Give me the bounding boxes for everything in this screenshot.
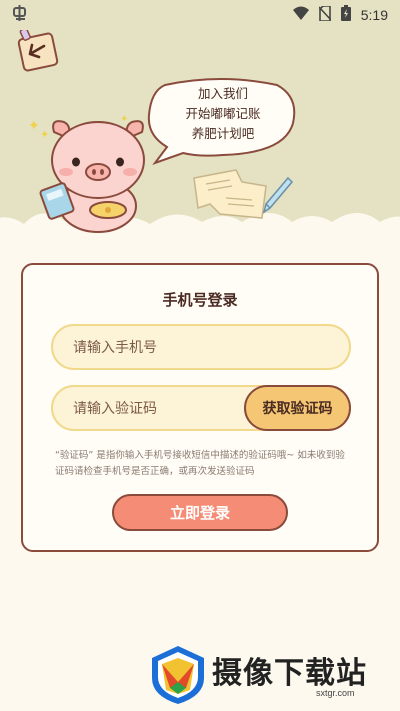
battery-icon bbox=[340, 5, 351, 25]
back-arrow-icon[interactable] bbox=[16, 30, 60, 72]
watermark-url: sxtgr.com bbox=[316, 688, 355, 698]
no-sim-icon bbox=[318, 4, 332, 25]
app-notification-icon bbox=[12, 5, 30, 25]
pen-icon bbox=[262, 176, 294, 214]
pig-mascot bbox=[39, 120, 145, 233]
watermark: 摄像下载站 sxtgr.com bbox=[150, 642, 390, 708]
code-hint-text: “验证码” 是指你输入手机号接收短信中描述的验证码哦~ 如未收到验证码请检查手机… bbox=[55, 450, 345, 477]
watermark-title: 摄像下载站 bbox=[212, 656, 367, 691]
speech-line: 加入我们 bbox=[197, 86, 248, 101]
login-title: 手机号登录 bbox=[162, 291, 238, 309]
speech-line: 养肥计划吧 bbox=[191, 126, 255, 141]
code-placeholder: 请输入验证码 bbox=[73, 401, 157, 417]
wifi-icon bbox=[292, 6, 309, 24]
status-time: 5:19 bbox=[360, 7, 388, 23]
speech-line: 开始嘟嘟记账 bbox=[185, 106, 261, 121]
get-code-button[interactable]: 获取验证码 bbox=[244, 385, 351, 431]
paper-scroll-illustration bbox=[193, 169, 267, 219]
login-button[interactable]: 立即登录 bbox=[112, 494, 288, 531]
status-bar: 5:19 bbox=[0, 0, 400, 30]
speech-text: 加入我们 开始嘟嘟记账 养肥计划吧 bbox=[160, 84, 286, 144]
watermark-logo-icon bbox=[152, 646, 204, 704]
login-card: 手机号登录 请输入手机号 请输入验证码 获取验证码 “验证码” 是指你输入手机号… bbox=[21, 263, 379, 552]
phone-placeholder: 请输入手机号 bbox=[73, 340, 157, 356]
phone-input[interactable]: 请输入手机号 bbox=[51, 324, 351, 370]
